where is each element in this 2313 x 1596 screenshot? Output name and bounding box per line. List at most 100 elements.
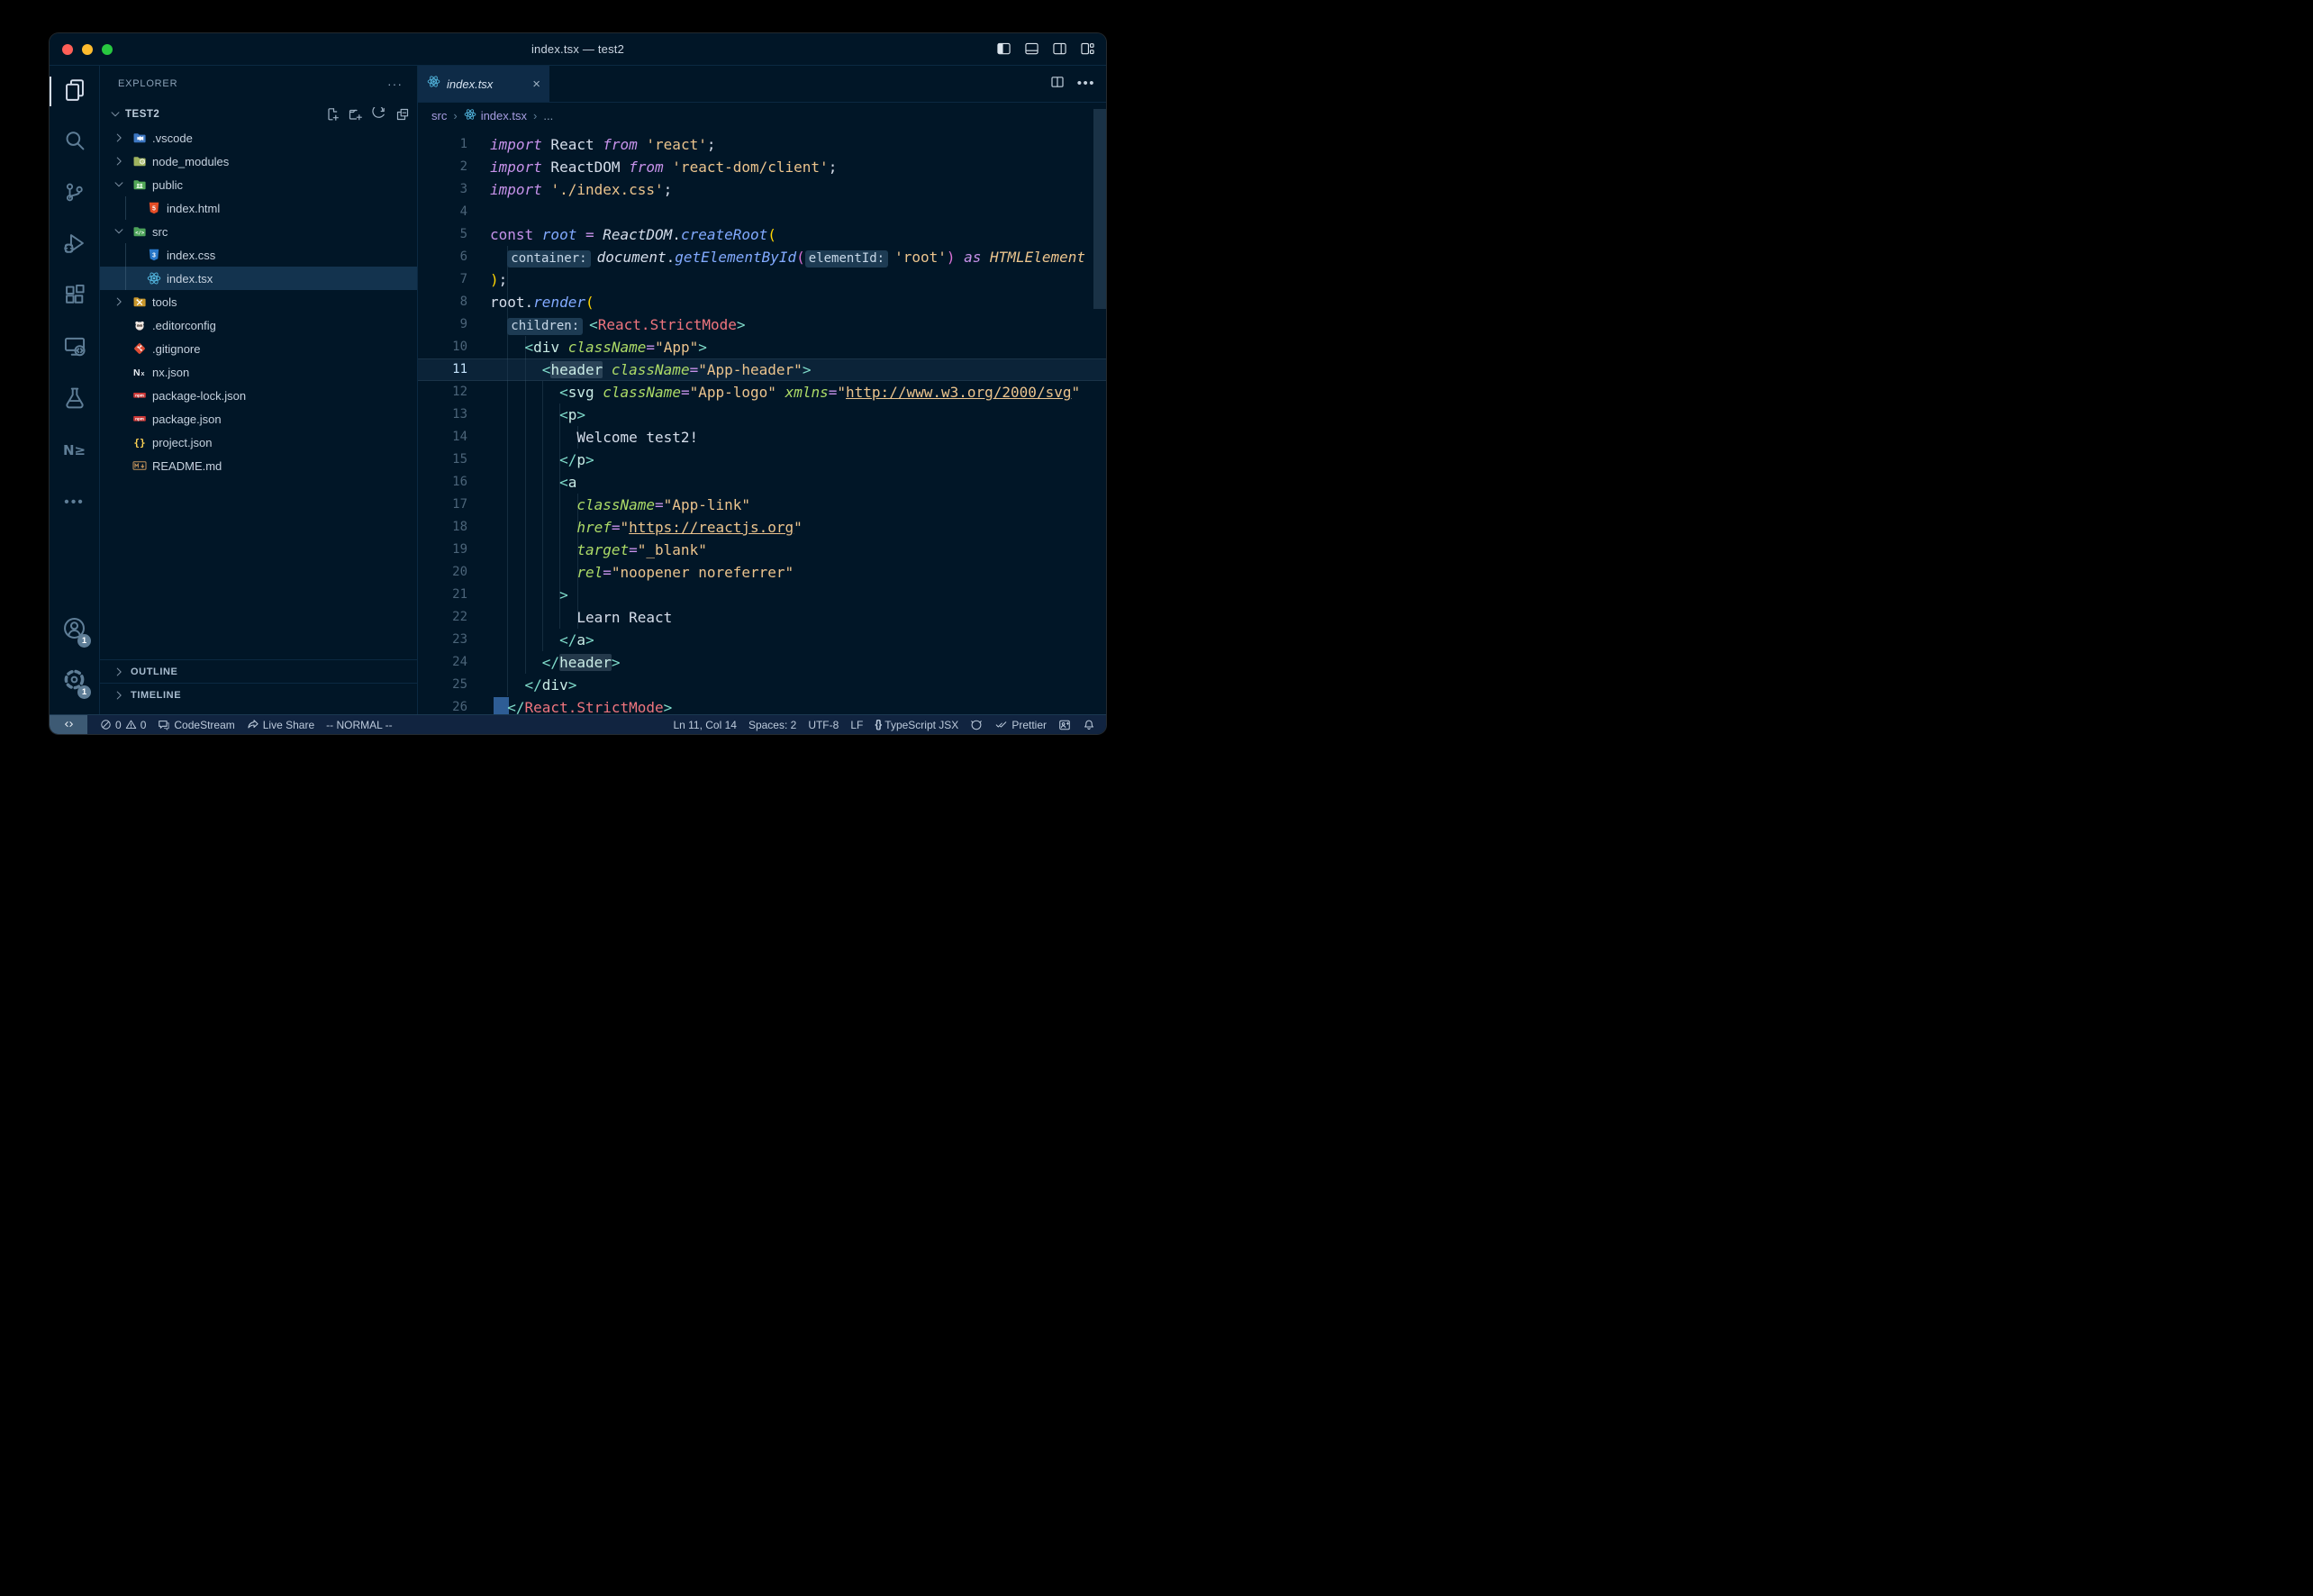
code-line-2[interactable]: 2import ReactDOM from 'react-dom/client'… bbox=[418, 156, 1106, 178]
status-encoding[interactable]: UTF-8 bbox=[808, 715, 839, 734]
code-line-23[interactable]: 23 </a> bbox=[418, 629, 1106, 651]
code-line-1[interactable]: 1import React from 'react'; bbox=[418, 133, 1106, 156]
more-actions-icon[interactable]: ••• bbox=[1077, 76, 1095, 92]
close-button[interactable] bbox=[62, 44, 73, 55]
line-number: 7 bbox=[418, 268, 483, 291]
outline-section[interactable]: OUTLINE bbox=[100, 659, 417, 683]
toggle-panel-icon[interactable] bbox=[1024, 42, 1039, 56]
chevron-down-icon bbox=[109, 108, 122, 121]
explorer-more-actions-icon[interactable]: ··· bbox=[387, 77, 403, 91]
activity-testing[interactable] bbox=[50, 374, 99, 425]
customize-layout-icon[interactable] bbox=[1080, 42, 1095, 56]
activity-nx-console[interactable]: N≥ bbox=[50, 425, 99, 476]
toggle-secondary-sidebar-icon[interactable] bbox=[1052, 42, 1067, 56]
tree-item-project-json[interactable]: {}project.json bbox=[100, 431, 417, 454]
tree-item-index-tsx[interactable]: index.tsx bbox=[100, 267, 417, 290]
tree-item-index-css[interactable]: 3index.css bbox=[100, 243, 417, 267]
status-feedback[interactable] bbox=[1058, 715, 1071, 734]
status-formatter[interactable]: Prettier bbox=[994, 715, 1047, 734]
refresh-icon[interactable] bbox=[372, 107, 386, 122]
code-line-26[interactable]: 26 </React.StrictMode> bbox=[418, 696, 1106, 714]
activity-extensions[interactable] bbox=[50, 271, 99, 322]
code-line-22[interactable]: 22 Learn React bbox=[418, 606, 1106, 629]
svg-text:{}: {} bbox=[133, 437, 145, 449]
code-line-18[interactable]: 18 href="https://reactjs.org" bbox=[418, 516, 1106, 539]
tree-item--vscode[interactable]: .vscode bbox=[100, 126, 417, 150]
status-vim-mode[interactable]: -- NORMAL -- bbox=[326, 715, 393, 734]
line-number: 24 bbox=[418, 651, 483, 674]
code-line-6[interactable]: 6 container:document.getElementById(elem… bbox=[418, 246, 1106, 268]
activity-settings[interactable]: 1 bbox=[50, 656, 99, 707]
code-area[interactable]: 1import React from 'react';2import React… bbox=[418, 128, 1106, 714]
status-cursor-position[interactable]: Ln 11, Col 14 bbox=[673, 715, 737, 734]
code-line-9[interactable]: 9 children:<React.StrictMode> bbox=[418, 313, 1106, 336]
status-live-share[interactable]: Live Share bbox=[247, 715, 314, 734]
tree-item-index-html[interactable]: 5index.html bbox=[100, 196, 417, 220]
activity-run-debug[interactable] bbox=[50, 220, 99, 271]
tree-item--editorconfig[interactable]: .editorconfig bbox=[100, 313, 417, 337]
status-codestream[interactable]: CodeStream bbox=[158, 715, 234, 734]
code-line-21[interactable]: 21 > bbox=[418, 584, 1106, 606]
chevron-right-icon bbox=[113, 131, 125, 144]
line-number: 4 bbox=[418, 201, 483, 223]
editor-scrollbar[interactable] bbox=[1093, 109, 1106, 309]
code-line-19[interactable]: 19 target="_blank" bbox=[418, 539, 1106, 561]
tree-item-tools[interactable]: tools bbox=[100, 290, 417, 313]
tree-item-src[interactable]: </>src bbox=[100, 220, 417, 243]
new-file-icon[interactable] bbox=[325, 107, 340, 122]
activity-remote-explorer[interactable] bbox=[50, 322, 99, 374]
status-indentation[interactable]: Spaces: 2 bbox=[748, 715, 796, 734]
code-line-14[interactable]: 14 Welcome test2! bbox=[418, 426, 1106, 449]
code-line-4[interactable]: 4 bbox=[418, 201, 1106, 223]
line-content: import './index.css'; bbox=[483, 178, 1106, 201]
tab-index-tsx[interactable]: index.tsx × bbox=[418, 66, 549, 102]
code-line-25[interactable]: 25 </div> bbox=[418, 674, 1106, 696]
timeline-section[interactable]: TIMELINE bbox=[100, 683, 417, 706]
tree-item--gitignore[interactable]: .gitignore bbox=[100, 337, 417, 360]
new-folder-icon[interactable] bbox=[349, 107, 363, 122]
status-eol[interactable]: LF bbox=[850, 715, 863, 734]
code-line-8[interactable]: 8root.render( bbox=[418, 291, 1106, 313]
breadcrumb-item-src[interactable]: src bbox=[431, 109, 447, 122]
code-line-13[interactable]: 13 <p> bbox=[418, 404, 1106, 426]
code-line-24[interactable]: 24 </header> bbox=[418, 651, 1106, 674]
code-line-17[interactable]: 17 className="App-link" bbox=[418, 494, 1106, 516]
tree-item-public[interactable]: public bbox=[100, 173, 417, 196]
status-notifications[interactable] bbox=[1083, 715, 1095, 734]
status-problems[interactable]: 00 bbox=[100, 715, 146, 734]
zoom-button[interactable] bbox=[102, 44, 113, 55]
split-editor-icon[interactable] bbox=[1050, 75, 1065, 94]
activity-accounts[interactable]: 1 bbox=[50, 604, 99, 656]
status-language-mode[interactable]: {}TypeScript JSX bbox=[875, 715, 958, 734]
code-line-5[interactable]: 5const root = ReactDOM.createRoot( bbox=[418, 223, 1106, 246]
code-line-7[interactable]: 7); bbox=[418, 268, 1106, 291]
tree-item-nx-json[interactable]: Nxnx.json bbox=[100, 360, 417, 384]
activity-search[interactable] bbox=[50, 117, 99, 168]
status-text: 0 bbox=[115, 719, 122, 731]
activity-explorer[interactable] bbox=[50, 66, 99, 117]
status-github[interactable] bbox=[970, 715, 983, 734]
code-line-11[interactable]: 11 <header className="App-header"> bbox=[418, 358, 1106, 381]
tree-item-package-lock-json[interactable]: npmpackage-lock.json bbox=[100, 384, 417, 407]
tree-item-node-modules[interactable]: JSnode_modules bbox=[100, 150, 417, 173]
file-name: tools bbox=[152, 295, 177, 309]
activity-more-views[interactable]: ••• bbox=[50, 476, 99, 528]
code-line-12[interactable]: 12 <svg className="App-logo" xmlns="http… bbox=[418, 381, 1106, 404]
toggle-sidebar-icon[interactable] bbox=[996, 42, 1011, 56]
minimize-button[interactable] bbox=[82, 44, 93, 55]
collapse-all-icon[interactable] bbox=[395, 107, 410, 122]
breadcrumb-item--[interactable]: ... bbox=[543, 109, 553, 122]
code-line-15[interactable]: 15 </p> bbox=[418, 449, 1106, 471]
breadcrumb-item-index-tsx[interactable]: index.tsx bbox=[464, 108, 527, 123]
explorer-title: EXPLORER bbox=[118, 78, 177, 89]
code-line-20[interactable]: 20 rel="noopener noreferrer" bbox=[418, 561, 1106, 584]
status-remote[interactable] bbox=[50, 715, 87, 734]
code-line-16[interactable]: 16 <a bbox=[418, 471, 1106, 494]
close-tab-icon[interactable]: × bbox=[532, 77, 540, 91]
tree-item-readme-md[interactable]: README.md bbox=[100, 454, 417, 477]
project-section-header[interactable]: TEST2 bbox=[100, 102, 417, 126]
code-line-3[interactable]: 3import './index.css'; bbox=[418, 178, 1106, 201]
tree-item-package-json[interactable]: npmpackage.json bbox=[100, 407, 417, 431]
activity-source-control[interactable] bbox=[50, 168, 99, 220]
code-line-10[interactable]: 10 <div className="App"> bbox=[418, 336, 1106, 358]
